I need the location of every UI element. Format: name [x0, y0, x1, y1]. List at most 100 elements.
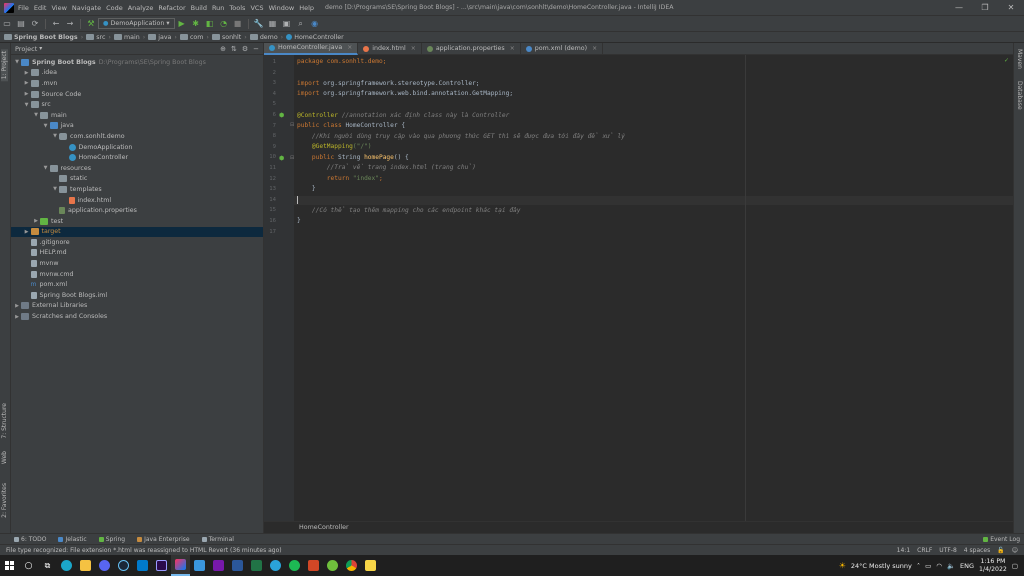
- breadcrumb-item[interactable]: demo: [249, 34, 278, 41]
- menu-help[interactable]: Help: [299, 4, 314, 12]
- favorites-tool-tab[interactable]: 2: Favorites: [1, 483, 8, 518]
- menu-tools[interactable]: Tools: [229, 4, 245, 12]
- tree-node[interactable]: ▶ .idea: [11, 68, 263, 79]
- onenote-icon[interactable]: [209, 555, 228, 576]
- tool-tab[interactable]: Terminal: [201, 536, 234, 543]
- collapsed-arrow-icon[interactable]: ▶: [13, 314, 21, 320]
- collapsed-arrow-icon[interactable]: ▶: [32, 218, 40, 224]
- hide-minus-icon[interactable]: −: [253, 45, 259, 53]
- tree-node[interactable]: ▼ src: [11, 99, 263, 110]
- tool-tab[interactable]: Jelastic: [58, 536, 87, 543]
- tree-node[interactable]: ▶ External Libraries: [11, 301, 263, 312]
- forward-arrow-icon[interactable]: →: [63, 17, 77, 31]
- maximize-button[interactable]: ❐: [972, 0, 998, 15]
- greenshot-icon[interactable]: [323, 555, 342, 576]
- caret-position[interactable]: 14:1: [897, 547, 910, 554]
- intellij-taskbar-icon[interactable]: [171, 555, 190, 576]
- menu-window[interactable]: Window: [269, 4, 295, 12]
- tree-node[interactable]: static: [11, 174, 263, 185]
- debug-icon[interactable]: ✱: [189, 17, 203, 31]
- tool-tab[interactable]: 6: TODO: [14, 536, 46, 543]
- expanded-arrow-icon[interactable]: ▼: [42, 165, 50, 171]
- menu-file[interactable]: File: [18, 4, 29, 12]
- tree-node[interactable]: ▼ resources: [11, 163, 263, 174]
- close-window-button[interactable]: ✕: [998, 0, 1024, 15]
- weather-text[interactable]: 24°C Mostly sunny: [851, 562, 912, 570]
- inspector-icon[interactable]: ☺: [1012, 547, 1018, 554]
- breadcrumb-item[interactable]: HomeController: [286, 34, 344, 41]
- tree-node[interactable]: DemoApplication: [11, 142, 263, 153]
- tree-node[interactable]: ▼ main: [11, 110, 263, 121]
- tree-node[interactable]: ▶ Scratches and Consoles: [11, 311, 263, 322]
- request-mapping-gutter-icon[interactable]: ⬢: [279, 155, 284, 162]
- discord-icon[interactable]: [95, 555, 114, 576]
- menu-edit[interactable]: Edit: [34, 4, 47, 12]
- tree-node[interactable]: ▶ target: [11, 226, 263, 238]
- save-all-icon[interactable]: ▤: [14, 17, 28, 31]
- breadcrumb-item[interactable]: com: [179, 34, 203, 41]
- jelastic-icon[interactable]: ◉: [308, 17, 322, 31]
- search-icon[interactable]: ○: [19, 555, 38, 576]
- search-icon[interactable]: ⌕: [294, 17, 308, 31]
- menu-build[interactable]: Build: [191, 4, 207, 12]
- expanded-arrow-icon[interactable]: ▼: [51, 186, 59, 192]
- file-explorer-icon[interactable]: [76, 555, 95, 576]
- tool-tab[interactable]: Spring: [98, 536, 125, 543]
- tree-node[interactable]: ▶ Source Code: [11, 89, 263, 100]
- tree-node[interactable]: ▼ Spring Boot Blogs D:\Programs\SE\Spring …: [11, 57, 263, 68]
- input-language[interactable]: ENG: [960, 562, 974, 570]
- open-folder-icon[interactable]: ▭: [0, 17, 14, 31]
- tree-node[interactable]: index.html: [11, 195, 263, 206]
- stop-icon[interactable]: ■: [231, 17, 245, 31]
- project-structure-icon[interactable]: ▦: [266, 17, 280, 31]
- file-encoding[interactable]: UTF-8: [939, 547, 957, 554]
- close-tab-icon[interactable]: ×: [592, 45, 597, 52]
- module-icon[interactable]: ▣: [280, 17, 294, 31]
- breadcrumb-item[interactable]: Spring Boot Blogs: [4, 34, 78, 41]
- store-icon[interactable]: [190, 555, 209, 576]
- breadcrumb-item[interactable]: main: [113, 34, 140, 41]
- tree-node[interactable]: HELP.md: [11, 248, 263, 259]
- collapsed-arrow-icon[interactable]: ▶: [23, 91, 31, 97]
- collapsed-arrow-icon[interactable]: ▶: [23, 70, 31, 76]
- tree-node[interactable]: mvnw.cmd: [11, 269, 263, 280]
- status-message[interactable]: File type recognized: File extension *.h…: [0, 547, 282, 554]
- editor-tab[interactable]: application.properties ×: [422, 42, 521, 55]
- windows-start-icon[interactable]: [0, 555, 19, 576]
- expanded-arrow-icon[interactable]: ▼: [51, 133, 59, 139]
- breadcrumb-item[interactable]: java: [148, 34, 171, 41]
- menu-analyze[interactable]: Analyze: [128, 4, 154, 12]
- close-tab-icon[interactable]: ×: [347, 44, 352, 51]
- tree-node[interactable]: HomeController: [11, 152, 263, 163]
- spring-bean-gutter-icon[interactable]: ⬢: [279, 112, 284, 119]
- project-tool-tab[interactable]: 1: Project: [1, 49, 8, 82]
- close-tab-icon[interactable]: ×: [510, 45, 515, 52]
- tree-node[interactable]: .gitignore: [11, 237, 263, 248]
- editor-tab[interactable]: index.html ×: [358, 42, 422, 55]
- editor-breadcrumb[interactable]: HomeController: [299, 524, 349, 531]
- minimize-button[interactable]: —: [946, 0, 972, 15]
- coverage-icon[interactable]: ◧: [203, 17, 217, 31]
- expanded-arrow-icon[interactable]: ▼: [42, 123, 50, 129]
- fold-icon[interactable]: ⊟: [290, 155, 294, 161]
- profile-icon[interactable]: ◔: [217, 17, 231, 31]
- expanded-arrow-icon[interactable]: ▼: [23, 102, 31, 108]
- menu-view[interactable]: View: [51, 4, 66, 12]
- web-tool-tab[interactable]: Web: [1, 451, 8, 464]
- locate-target-icon[interactable]: ⊕: [220, 45, 226, 53]
- menu-vcs[interactable]: VCS: [250, 4, 263, 12]
- editor-tab[interactable]: HomeController.java ×: [264, 42, 359, 55]
- indent-setting[interactable]: 4 spaces: [964, 547, 990, 554]
- fold-icon[interactable]: ⊟: [290, 122, 294, 128]
- vscode-icon[interactable]: [133, 555, 152, 576]
- excel-icon[interactable]: [247, 555, 266, 576]
- tree-node[interactable]: ▼ java: [11, 121, 263, 132]
- collapsed-arrow-icon[interactable]: ▶: [13, 303, 21, 309]
- task-view-icon[interactable]: ⧉: [38, 555, 57, 576]
- powerpoint-icon[interactable]: [304, 555, 323, 576]
- collapsed-arrow-icon[interactable]: ▶: [23, 80, 31, 86]
- tree-node[interactable]: mvnw: [11, 258, 263, 269]
- menu-refactor[interactable]: Refactor: [158, 4, 185, 12]
- expanded-arrow-icon[interactable]: ▼: [13, 59, 21, 65]
- word-icon[interactable]: [228, 555, 247, 576]
